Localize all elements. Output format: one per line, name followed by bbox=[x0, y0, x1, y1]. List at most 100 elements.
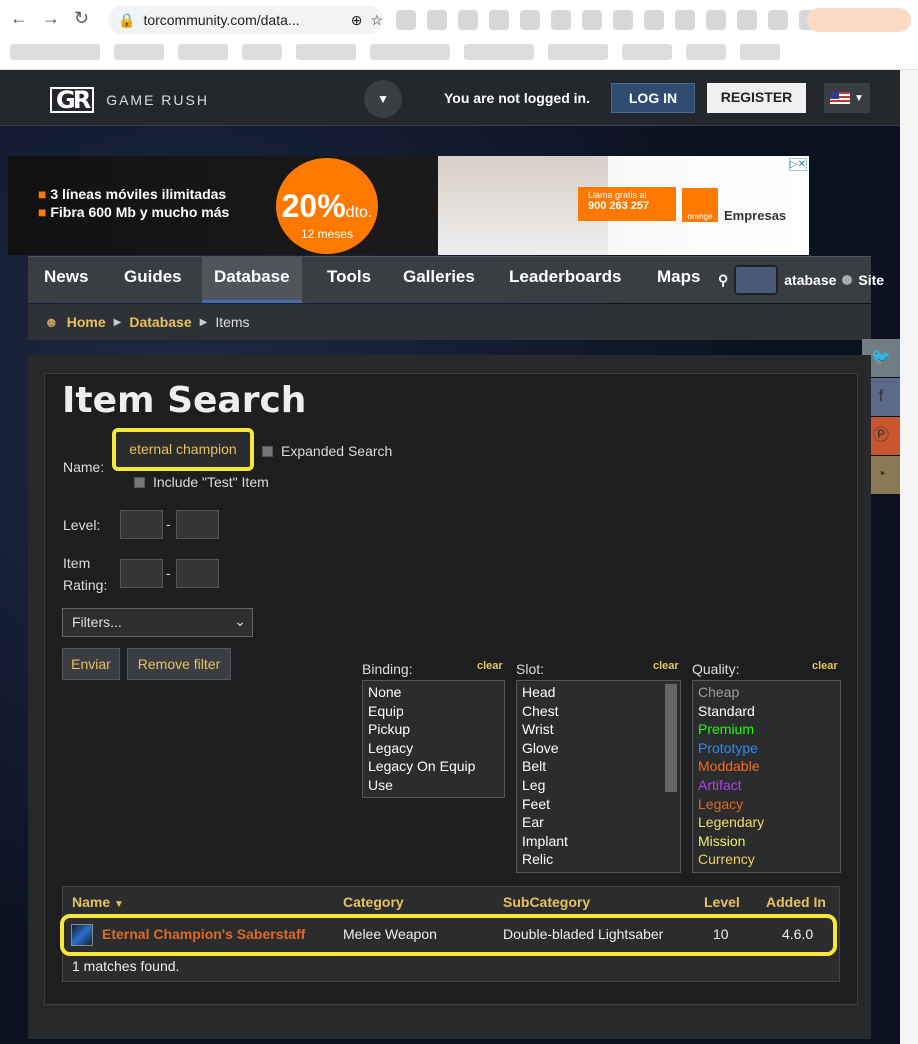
binding-clear[interactable]: clear bbox=[477, 660, 503, 672]
match-count: 1 matches found. bbox=[72, 958, 180, 974]
dropdown-toggle-icon[interactable]: ▼ bbox=[364, 80, 402, 118]
extensions bbox=[396, 10, 850, 30]
remove-filter-button[interactable]: Remove filter bbox=[127, 648, 231, 680]
address-bar[interactable]: 🔒 torcommunity.com/data... ⊕ ☆ bbox=[108, 6, 383, 34]
col-level[interactable]: Level bbox=[704, 894, 740, 910]
list-item[interactable]: Use bbox=[368, 776, 499, 795]
list-item[interactable]: Chest bbox=[522, 702, 675, 721]
slot-clear[interactable]: clear bbox=[653, 660, 679, 672]
nav-maps[interactable]: Maps bbox=[645, 257, 712, 303]
slot-scrollbar[interactable] bbox=[665, 684, 677, 792]
name-input[interactable]: eternal champion bbox=[112, 428, 254, 471]
list-item[interactable]: Artifact bbox=[698, 776, 835, 795]
test-item-checkbox[interactable] bbox=[134, 477, 145, 488]
update-button[interactable] bbox=[807, 8, 911, 32]
url-text: torcommunity.com/data... bbox=[143, 12, 300, 28]
site-logo[interactable]: GR GAME RUSH bbox=[50, 87, 209, 113]
filters-select[interactable]: Filters... ⌄ bbox=[62, 608, 253, 637]
browser-nav: ← → ↻ bbox=[10, 8, 89, 29]
col-category[interactable]: Category bbox=[343, 894, 404, 910]
rating-dash: - bbox=[166, 565, 171, 581]
breadcrumb-items: Items bbox=[215, 314, 250, 330]
level-min-input[interactable] bbox=[120, 510, 163, 539]
col-name[interactable]: Name ▼ bbox=[72, 894, 124, 910]
ad-line-1: 3 líneas móviles ilimitadas bbox=[50, 186, 227, 202]
rating-label-2: Rating: bbox=[63, 577, 108, 593]
rating-min-input[interactable] bbox=[120, 559, 163, 588]
list-item[interactable]: Glove bbox=[522, 739, 675, 758]
list-item[interactable]: Currency bbox=[698, 850, 835, 869]
main-nav: News Guides Database Tools Galleries Lea… bbox=[28, 256, 884, 303]
list-item[interactable]: Premium bbox=[698, 720, 835, 739]
rating-label-1: Item bbox=[63, 555, 91, 571]
back-icon[interactable]: ← bbox=[10, 8, 28, 29]
expanded-checkbox[interactable] bbox=[262, 446, 273, 457]
star-icon[interactable]: ☆ bbox=[370, 12, 383, 29]
sort-down-icon: ▼ bbox=[114, 899, 124, 910]
language-selector[interactable]: ▼ bbox=[824, 83, 870, 113]
list-item[interactable]: Legacy bbox=[698, 795, 835, 814]
us-flag-icon bbox=[830, 92, 851, 104]
reload-icon[interactable]: ↻ bbox=[74, 8, 89, 29]
bookmarks-bar bbox=[10, 44, 780, 60]
list-item[interactable]: Implant bbox=[522, 832, 675, 851]
level-max-input[interactable] bbox=[176, 510, 219, 539]
ad-empresas: Empresas bbox=[724, 208, 787, 223]
login-button[interactable]: LOG IN bbox=[611, 83, 695, 113]
nav-galleries[interactable]: Galleries bbox=[391, 257, 487, 303]
list-item[interactable]: Mission bbox=[698, 832, 835, 851]
list-item[interactable]: Relic bbox=[522, 850, 675, 869]
zoom-icon[interactable]: ⊕ bbox=[351, 12, 363, 29]
nav-database[interactable]: Database bbox=[202, 257, 302, 303]
list-item[interactable]: Belt bbox=[522, 757, 675, 776]
browser-chrome: ← → ↻ 🔒 torcommunity.com/data... ⊕ ☆ bbox=[0, 0, 918, 70]
page-title: Item Search bbox=[62, 380, 307, 421]
list-item[interactable]: Legacy On Equip bbox=[368, 757, 499, 776]
col-subcategory[interactable]: SubCategory bbox=[503, 894, 590, 910]
list-item[interactable]: Equip bbox=[368, 702, 499, 721]
chevron-down-icon: ⌄ bbox=[234, 613, 246, 629]
quality-list[interactable]: Cheap Standard Premium Prototype Moddable Art… bbox=[692, 680, 841, 873]
search-input[interactable] bbox=[734, 265, 779, 295]
level-dash: - bbox=[166, 516, 171, 532]
list-item[interactable]: Head bbox=[522, 683, 675, 702]
list-item[interactable]: Standard bbox=[698, 702, 835, 721]
breadcrumb-home[interactable]: Home bbox=[67, 314, 106, 330]
ad-close-icon[interactable]: ▷✕ bbox=[788, 158, 807, 171]
search-icon[interactable]: ⚲ bbox=[718, 272, 728, 289]
list-item[interactable]: Legendary bbox=[698, 813, 835, 832]
list-item[interactable]: Prototype bbox=[698, 739, 835, 758]
forward-icon[interactable]: → bbox=[42, 8, 60, 29]
list-item[interactable]: Cheap bbox=[698, 683, 835, 702]
list-item[interactable]: None bbox=[368, 683, 499, 702]
scrollbar[interactable] bbox=[900, 70, 918, 1044]
nav-guides[interactable]: Guides bbox=[112, 257, 194, 303]
quality-label: Quality: bbox=[692, 661, 740, 677]
ad-banner[interactable]: ■ 3 líneas móviles ilimitadas ■ Fibra 60… bbox=[8, 156, 809, 255]
list-item[interactable]: Leg bbox=[522, 776, 675, 795]
nav-leaderboards[interactable]: Leaderboards bbox=[497, 257, 633, 303]
col-added[interactable]: Added In bbox=[766, 894, 826, 910]
ad-call: Llama gratis al 900 263 257 bbox=[578, 187, 676, 221]
home-icon: ☻ bbox=[44, 314, 59, 330]
register-button[interactable]: REGISTER bbox=[707, 83, 806, 113]
nav-search: ⚲ atabase Site bbox=[718, 265, 884, 295]
list-item[interactable]: Feet bbox=[522, 795, 675, 814]
nav-tools[interactable]: Tools bbox=[315, 257, 383, 303]
radio-site[interactable] bbox=[842, 275, 853, 285]
nav-news[interactable]: News bbox=[32, 257, 100, 303]
list-item[interactable]: Moddable bbox=[698, 757, 835, 776]
submit-button[interactable]: Enviar bbox=[62, 648, 120, 680]
list-item[interactable]: Wrist bbox=[522, 720, 675, 739]
binding-list[interactable]: None Equip Pickup Legacy Legacy On Equip… bbox=[362, 680, 505, 798]
search-database[interactable]: atabase bbox=[784, 272, 836, 288]
list-item[interactable]: Ear bbox=[522, 813, 675, 832]
list-item[interactable]: Legacy bbox=[368, 739, 499, 758]
list-item[interactable]: Pickup bbox=[368, 720, 499, 739]
breadcrumb-database[interactable]: Database bbox=[129, 314, 191, 330]
lock-icon: 🔒 bbox=[118, 11, 136, 28]
slot-list[interactable]: Head Chest Wrist Glove Belt Leg Feet Ear… bbox=[516, 680, 681, 873]
search-site[interactable]: Site bbox=[858, 272, 884, 288]
rating-max-input[interactable] bbox=[176, 559, 219, 588]
quality-clear[interactable]: clear bbox=[812, 660, 838, 672]
